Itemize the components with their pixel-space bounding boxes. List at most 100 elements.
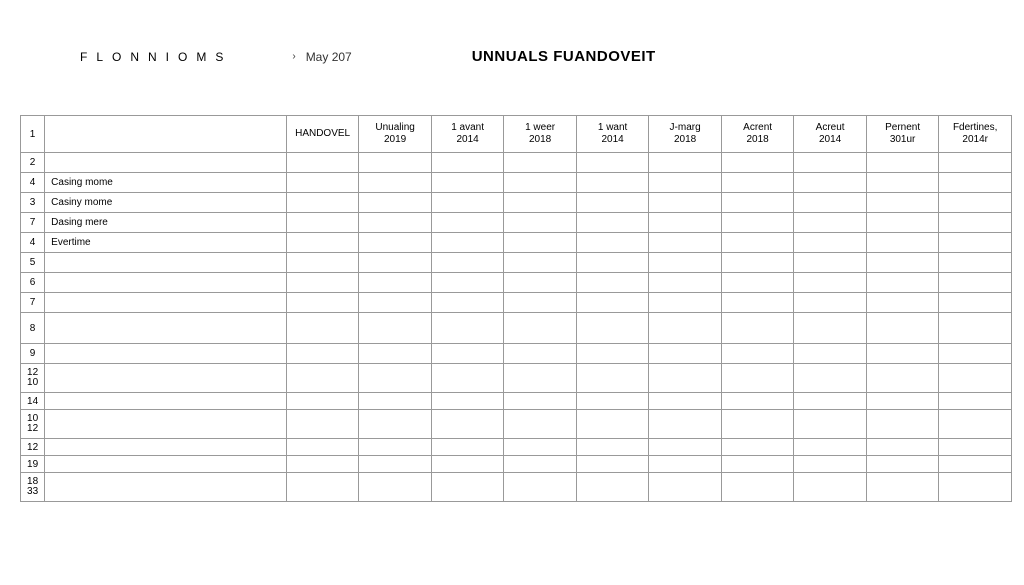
cell [794, 393, 867, 410]
row-label [45, 393, 287, 410]
cell [794, 273, 867, 293]
cell [359, 293, 432, 313]
row-label [45, 313, 287, 344]
cell [576, 313, 649, 344]
table-row: 9 [21, 344, 1012, 364]
cell [576, 439, 649, 456]
cell [431, 173, 504, 193]
row-number: 8 [21, 313, 45, 344]
row-label [45, 273, 287, 293]
row-number: 6 [21, 273, 45, 293]
cell [286, 364, 359, 393]
cell [649, 273, 722, 293]
row-label [45, 439, 287, 456]
cell [721, 253, 794, 273]
cell [286, 233, 359, 253]
cell [721, 293, 794, 313]
column-header: Fdertines,2014r [939, 116, 1012, 153]
cell [649, 313, 722, 344]
table-row: 14 [21, 393, 1012, 410]
cell [286, 456, 359, 473]
cell [794, 173, 867, 193]
cell [504, 439, 577, 456]
cell [576, 173, 649, 193]
cell [576, 213, 649, 233]
row-number: 19 [21, 456, 45, 473]
cell [794, 364, 867, 393]
cell [431, 293, 504, 313]
table-row: 5 [21, 253, 1012, 273]
table-row: 6 [21, 273, 1012, 293]
row-label [45, 410, 287, 439]
cell [794, 313, 867, 344]
cell [504, 456, 577, 473]
cell [359, 364, 432, 393]
cell [649, 393, 722, 410]
cell [431, 439, 504, 456]
cell [649, 293, 722, 313]
cell [649, 410, 722, 439]
cell [866, 364, 939, 393]
cell [504, 173, 577, 193]
table-row: 1HANDOVELUnualing20191 avant20141 weer20… [21, 116, 1012, 153]
cell [939, 410, 1012, 439]
row-number: 12 [21, 439, 45, 456]
column-header: 1 want2014 [576, 116, 649, 153]
cell [576, 364, 649, 393]
row-number: 5 [21, 253, 45, 273]
cell [359, 173, 432, 193]
cell [359, 313, 432, 344]
cell [939, 173, 1012, 193]
cell [286, 193, 359, 213]
cell [359, 193, 432, 213]
row-number: 3 [21, 193, 45, 213]
table-row: 8 [21, 313, 1012, 344]
cell [794, 344, 867, 364]
table-row: 12 [21, 439, 1012, 456]
cell [721, 273, 794, 293]
cell [576, 253, 649, 273]
cell [431, 213, 504, 233]
cell [431, 253, 504, 273]
cell [359, 253, 432, 273]
cell [721, 439, 794, 456]
cell [721, 313, 794, 344]
table-row: 1210 [21, 364, 1012, 393]
cell [939, 364, 1012, 393]
cell [794, 213, 867, 233]
cell [866, 213, 939, 233]
cell [939, 439, 1012, 456]
breadcrumb-label: May 207 [306, 50, 352, 64]
cell [721, 193, 794, 213]
cell [866, 173, 939, 193]
cell [504, 473, 577, 502]
cell [431, 364, 504, 393]
cell [576, 273, 649, 293]
cell [939, 473, 1012, 502]
cell [431, 153, 504, 173]
row-label: Casing mome [45, 173, 287, 193]
cell [504, 213, 577, 233]
cell [504, 393, 577, 410]
cell [286, 293, 359, 313]
table-row: 1833 [21, 473, 1012, 502]
cell [576, 393, 649, 410]
cell [431, 344, 504, 364]
cell [939, 293, 1012, 313]
cell [359, 273, 432, 293]
row-label: Evertime [45, 233, 287, 253]
cell [721, 456, 794, 473]
row-label [45, 456, 287, 473]
cell [794, 456, 867, 473]
cell [576, 473, 649, 502]
cell [939, 253, 1012, 273]
cell [431, 313, 504, 344]
row-label [45, 473, 287, 502]
cell [359, 213, 432, 233]
cell [794, 153, 867, 173]
cell [649, 253, 722, 273]
cell [576, 456, 649, 473]
brand-name: FLONNIOMS [80, 50, 232, 64]
row-number: 9 [21, 344, 45, 364]
cell [286, 313, 359, 344]
